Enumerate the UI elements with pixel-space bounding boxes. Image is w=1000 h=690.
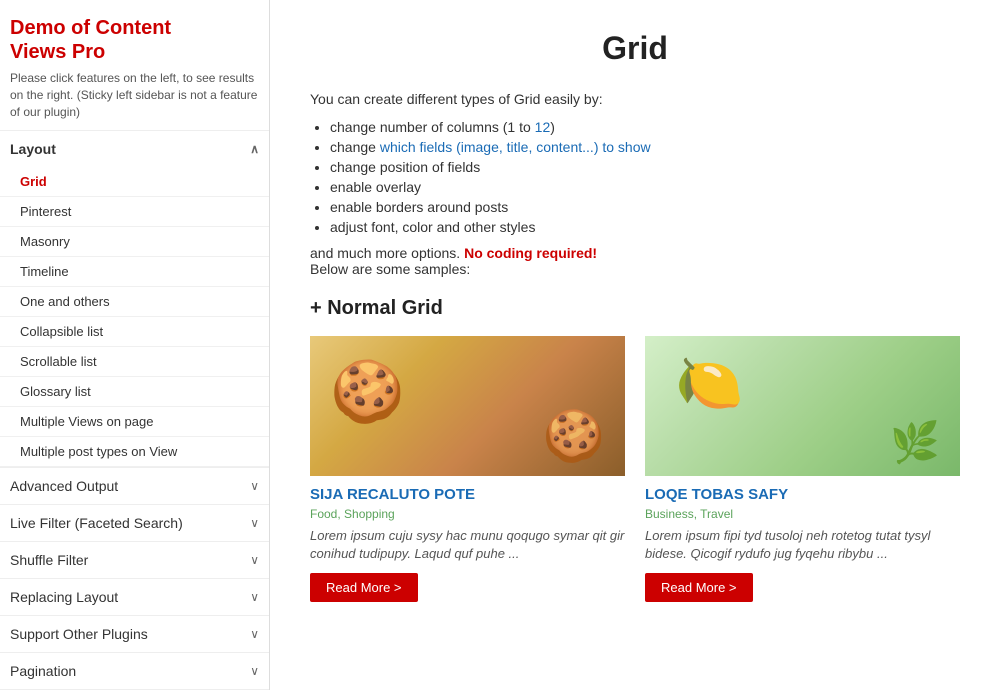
layout-section: Layout ∧ Grid Pinterest Masonry Timeline…	[0, 130, 269, 467]
sidebar-item-glossary-list[interactable]: Glossary list	[0, 377, 269, 407]
card-2-categories: Business, Travel	[645, 507, 960, 521]
support-other-plugins-section: Support Other Plugins ∨	[0, 615, 269, 652]
replacing-layout-header[interactable]: Replacing Layout ∨	[0, 579, 269, 615]
card-2: LOQE TOBAS SAFY Business, Travel Lorem i…	[645, 336, 960, 602]
layout-nav-items: Grid Pinterest Masonry Timeline One and …	[0, 167, 269, 467]
layout-chevron-icon: ∧	[250, 142, 259, 156]
sidebar-item-collapsible-list[interactable]: Collapsible list	[0, 317, 269, 347]
pagination-chevron-icon: ∨	[250, 664, 259, 678]
advanced-output-chevron-icon: ∨	[250, 479, 259, 493]
feature-item-columns: change number of columns (1 to 12)	[330, 119, 960, 135]
sidebar-item-multiple-views[interactable]: Multiple Views on page	[0, 407, 269, 437]
card-1-read-more[interactable]: Read More >	[310, 573, 418, 602]
feature-item-fields: change which fields (image, title, conte…	[330, 139, 960, 155]
no-coding-highlight: No coding required!	[464, 245, 597, 261]
shuffle-filter-section: Shuffle Filter ∨	[0, 541, 269, 578]
card-1-image	[310, 336, 625, 476]
card-2-excerpt: Lorem ipsum fipi tyd tusoloj neh rotetog…	[645, 527, 960, 563]
pagination-label: Pagination	[10, 663, 76, 679]
shuffle-filter-chevron-icon: ∨	[250, 553, 259, 567]
advanced-output-header[interactable]: Advanced Output ∨	[0, 468, 269, 504]
card-2-read-more[interactable]: Read More >	[645, 573, 753, 602]
live-filter-chevron-icon: ∨	[250, 516, 259, 530]
card-1-categories: Food, Shopping	[310, 507, 625, 521]
advanced-output-label: Advanced Output	[10, 478, 118, 494]
sidebar-item-multiple-post-types[interactable]: Multiple post types on View	[0, 437, 269, 467]
columns-link[interactable]: 12	[535, 119, 551, 135]
sidebar-item-masonry[interactable]: Masonry	[0, 227, 269, 257]
content-inner: Grid You can create different types of G…	[270, 0, 1000, 690]
layout-section-label: Layout	[10, 141, 56, 157]
card-2-image	[645, 336, 960, 476]
feature-item-position: change position of fields	[330, 159, 960, 175]
live-filter-header[interactable]: Live Filter (Faceted Search) ∨	[0, 505, 269, 541]
intro-text: You can create different types of Grid e…	[310, 91, 960, 107]
sidebar-title-line2: Views Pro	[10, 41, 105, 63]
sidebar-title: Demo of Content Views Pro	[0, 10, 269, 66]
feature-list: change number of columns (1 to 12) chang…	[330, 119, 960, 235]
sidebar-subtitle: Please click features on the left, to se…	[0, 66, 269, 130]
replacing-layout-label: Replacing Layout	[10, 589, 118, 605]
live-filter-section: Live Filter (Faceted Search) ∨	[0, 504, 269, 541]
replacing-layout-chevron-icon: ∨	[250, 590, 259, 604]
advanced-output-section: Advanced Output ∨	[0, 467, 269, 504]
support-other-plugins-header[interactable]: Support Other Plugins ∨	[0, 616, 269, 652]
main-content: Grid You can create different types of G…	[270, 0, 1000, 690]
feature-item-styles: adjust font, color and other styles	[330, 219, 960, 235]
sidebar-item-grid[interactable]: Grid	[0, 167, 269, 197]
card-1: SIJA RECALUTO POTE Food, Shopping Lorem …	[310, 336, 625, 602]
shuffle-filter-header[interactable]: Shuffle Filter ∨	[0, 542, 269, 578]
feature-item-overlay: enable overlay	[330, 179, 960, 195]
support-other-plugins-label: Support Other Plugins	[10, 626, 148, 642]
page-heading: Grid	[310, 30, 960, 67]
fields-highlight: which fields (image, title, content...) …	[380, 139, 651, 155]
sidebar-item-scrollable-list[interactable]: Scrollable list	[0, 347, 269, 377]
feature-item-borders: enable borders around posts	[330, 199, 960, 215]
sidebar-item-timeline[interactable]: Timeline	[0, 257, 269, 287]
section-title: + Normal Grid	[310, 297, 960, 320]
sidebar-item-pinterest[interactable]: Pinterest	[0, 197, 269, 227]
live-filter-label: Live Filter (Faceted Search)	[10, 515, 183, 531]
sidebar: Demo of Content Views Pro Please click f…	[0, 0, 270, 690]
sidebar-item-one-and-others[interactable]: One and others	[0, 287, 269, 317]
footer-text: and much more options. No coding require…	[310, 245, 960, 277]
cards-grid: SIJA RECALUTO POTE Food, Shopping Lorem …	[310, 336, 960, 602]
card-1-excerpt: Lorem ipsum cuju sysy hac munu qoqugo sy…	[310, 527, 625, 563]
pagination-section: Pagination ∨	[0, 652, 269, 689]
pagination-header[interactable]: Pagination ∨	[0, 653, 269, 689]
shuffle-filter-label: Shuffle Filter	[10, 552, 88, 568]
card-2-title[interactable]: LOQE TOBAS SAFY	[645, 486, 960, 503]
support-other-plugins-chevron-icon: ∨	[250, 627, 259, 641]
replacing-layout-section: Replacing Layout ∨	[0, 578, 269, 615]
layout-section-header[interactable]: Layout ∧	[0, 131, 269, 167]
card-1-title[interactable]: SIJA RECALUTO POTE	[310, 486, 625, 503]
sidebar-title-line1: Demo of Content	[10, 17, 171, 39]
